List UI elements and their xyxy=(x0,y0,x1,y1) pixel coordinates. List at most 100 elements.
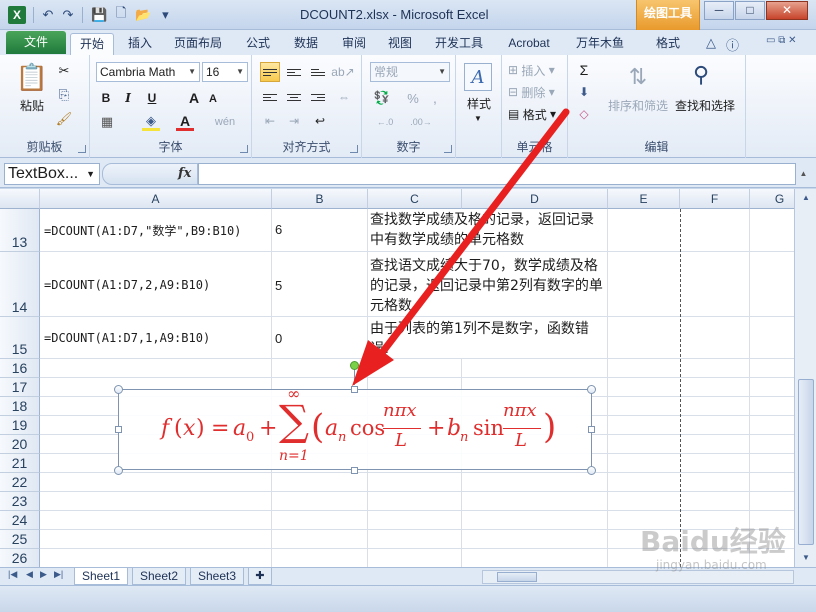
insert-function-button[interactable]: fx xyxy=(178,166,191,181)
expand-formula-bar-button[interactable]: ▲ xyxy=(797,163,810,185)
row-header-14[interactable]: 14 xyxy=(0,252,40,317)
format-painter-icon[interactable]: 🖌 xyxy=(56,111,73,127)
border-icon[interactable]: ▦ xyxy=(98,113,116,131)
row-header-22[interactable]: 22 xyxy=(0,473,40,492)
customize-qat-button[interactable]: ▾ xyxy=(156,5,174,25)
row-header-16[interactable]: 16 xyxy=(0,359,40,378)
font-color-button[interactable]: A xyxy=(176,113,194,131)
cell-a14[interactable]: =DCOUNT(A1:D7,2,A9:B10) xyxy=(44,278,210,292)
increase-indent-icon[interactable]: ⇥ xyxy=(284,111,304,131)
tab-insert[interactable]: 插入 xyxy=(118,33,162,55)
align-center-icon[interactable] xyxy=(284,87,304,107)
redo-icon[interactable]: ↷ xyxy=(59,5,77,25)
vertical-scrollbar[interactable]: ▲ ▼ xyxy=(794,189,816,567)
tab-wannianmuyu[interactable]: 万年木鱼 xyxy=(568,33,632,55)
column-header-g[interactable]: G xyxy=(750,189,794,209)
excel-app-icon[interactable]: X xyxy=(8,6,26,24)
next-sheet-arrow[interactable]: ▶ xyxy=(40,569,47,580)
horizontal-scroll-thumb[interactable] xyxy=(497,572,537,582)
sheet-tab-sheet2[interactable]: Sheet2 xyxy=(132,568,186,585)
currency-icon[interactable]: 💱 xyxy=(372,89,392,107)
binoculars-icon[interactable]: ⚲ xyxy=(684,59,718,91)
open-folder-icon[interactable]: 📂 xyxy=(132,5,154,25)
cell-b13[interactable]: 6 xyxy=(275,222,282,237)
format-cells-button[interactable]: ▤ 格式 ▾ xyxy=(508,105,564,123)
number-format-combo[interactable]: 常规 ▼ xyxy=(370,62,450,82)
resize-handle-top-right[interactable] xyxy=(587,385,596,394)
close-button[interactable]: ✕ xyxy=(766,1,808,20)
cell-b14[interactable]: 5 xyxy=(275,278,282,293)
new-file-icon[interactable]: 🗋 xyxy=(112,5,130,25)
tab-file[interactable]: 文件 xyxy=(6,31,66,54)
cell-b15[interactable]: 0 xyxy=(275,331,282,346)
row-header-18[interactable]: 18 xyxy=(0,397,40,416)
minimize-button[interactable]: ─ xyxy=(704,1,734,20)
middle-align-icon[interactable] xyxy=(284,62,304,82)
cell-c13[interactable]: 查找数学成绩及格的记录，返回记录中有数学成绩的单元格数 xyxy=(370,210,604,250)
copy-icon[interactable]: ⎘ xyxy=(56,87,72,103)
doc-restore-icon[interactable]: ▭ ⧉ ✕ xyxy=(766,35,797,46)
align-left-icon[interactable] xyxy=(260,87,280,107)
fill-color-icon[interactable]: ◈ xyxy=(142,113,160,131)
bottom-align-icon[interactable] xyxy=(308,62,328,82)
underline-button[interactable]: U xyxy=(144,89,160,107)
row-header-21[interactable]: 21 xyxy=(0,454,40,473)
number-dialog-launcher[interactable] xyxy=(444,145,452,153)
cell-c15[interactable]: 由于列表的第1列不是数字，函数错误! xyxy=(370,319,606,359)
alignment-dialog-launcher[interactable] xyxy=(350,145,358,153)
cell-a15[interactable]: =DCOUNT(A1:D7,1,A9:B10) xyxy=(44,331,210,345)
resize-handle-left[interactable] xyxy=(115,426,122,433)
merge-center-icon[interactable]: ⇔ xyxy=(334,87,354,107)
tab-review[interactable]: 审阅 xyxy=(332,33,376,55)
resize-handle-top[interactable] xyxy=(351,386,358,393)
column-header-c[interactable]: C xyxy=(368,189,462,209)
font-name-combo[interactable]: Cambria Math ▼ xyxy=(96,62,200,82)
tab-home[interactable]: 开始 xyxy=(70,33,114,55)
row-header-24[interactable]: 24 xyxy=(0,511,40,530)
row-header-26[interactable]: 26 xyxy=(0,549,40,567)
find-select-button[interactable]: 查找和选择 xyxy=(670,97,740,114)
paste-button[interactable]: 粘贴 xyxy=(10,97,54,114)
cell-a13[interactable]: =DCOUNT(A1:D7,"数学",B9:B10) xyxy=(44,222,241,239)
tab-format[interactable]: 格式 xyxy=(640,33,696,55)
sheet-tab-sheet3[interactable]: Sheet3 xyxy=(190,568,244,585)
last-sheet-arrow[interactable]: ▶| xyxy=(54,569,63,580)
save-icon[interactable]: 💾 xyxy=(88,5,110,25)
sheet-tab-sheet1[interactable]: Sheet1 xyxy=(74,568,128,585)
decrease-indent-icon[interactable]: ⇤ xyxy=(260,111,280,131)
prev-sheet-arrow[interactable]: ◀ xyxy=(26,569,33,580)
resize-handle-bottom-left[interactable] xyxy=(114,466,123,475)
scroll-down-arrow[interactable]: ▼ xyxy=(798,551,814,565)
bold-button[interactable]: B xyxy=(98,89,114,107)
sort-filter-button[interactable]: 排序和筛选 xyxy=(604,97,672,114)
cell-c14[interactable]: 查找语文成绩大于70，数学成绩及格的记录，返回记录中第2列有数字的单元格数 xyxy=(370,256,606,316)
font-dialog-launcher[interactable] xyxy=(240,145,248,153)
clipboard-dialog-launcher[interactable] xyxy=(78,145,86,153)
column-header-f[interactable]: F xyxy=(680,189,750,209)
vertical-scroll-thumb[interactable] xyxy=(798,379,814,545)
select-all-corner[interactable] xyxy=(0,189,40,209)
insert-cells-button[interactable]: ⊞ 插入 ▾ xyxy=(508,61,564,79)
grow-font-button[interactable]: A xyxy=(186,89,202,107)
row-header-17[interactable]: 17 xyxy=(0,378,40,397)
italic-button[interactable]: I xyxy=(120,89,136,107)
resize-handle-bottom[interactable] xyxy=(351,467,358,474)
rotate-handle[interactable] xyxy=(350,361,359,370)
horizontal-scrollbar[interactable] xyxy=(482,570,794,584)
row-header-15[interactable]: 15 xyxy=(0,317,40,359)
increase-decimal-button[interactable]: ←.0 xyxy=(370,113,400,131)
cut-icon[interactable]: ✂ xyxy=(56,63,72,79)
tab-page-layout[interactable]: 页面布局 xyxy=(168,33,228,55)
align-right-icon[interactable] xyxy=(308,87,328,107)
row-header-13[interactable]: 13 xyxy=(0,209,40,252)
insert-sheet-icon[interactable]: ✚ xyxy=(248,568,272,585)
font-size-combo[interactable]: 16 ▼ xyxy=(202,62,248,82)
column-header-b[interactable]: B xyxy=(272,189,368,209)
percent-button[interactable]: % xyxy=(406,89,420,107)
row-header-23[interactable]: 23 xyxy=(0,492,40,511)
scroll-up-arrow[interactable]: ▲ xyxy=(798,191,814,205)
paste-icon[interactable]: 📋 xyxy=(16,61,48,93)
top-align-icon[interactable] xyxy=(260,62,280,82)
tab-developer[interactable]: 开发工具 xyxy=(426,33,492,55)
first-sheet-arrow[interactable]: |◀ xyxy=(8,569,17,580)
